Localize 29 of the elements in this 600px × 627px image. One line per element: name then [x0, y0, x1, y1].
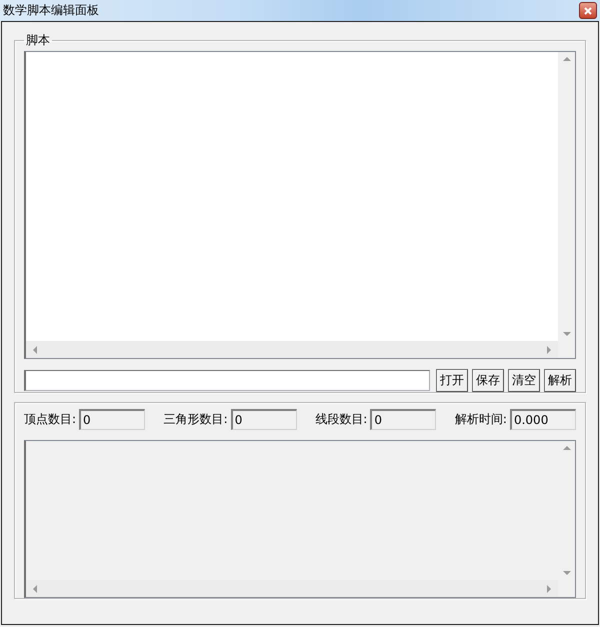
scroll-right-arrow-icon[interactable]: [546, 584, 552, 592]
scroll-up-arrow-icon[interactable]: [562, 445, 570, 451]
action-button[interactable]: 清空: [508, 369, 540, 392]
stat-value-field: 0.000: [510, 409, 576, 430]
window-title: 数学脚本编辑面板: [3, 2, 99, 19]
action-button[interactable]: 解析: [544, 369, 576, 392]
stat-value-field: 0: [79, 409, 146, 430]
scroll-right-arrow-icon[interactable]: [546, 346, 552, 354]
vertical-scrollbar[interactable]: [558, 52, 575, 341]
scroll-down-arrow-icon[interactable]: [562, 331, 570, 337]
close-icon: [584, 6, 592, 14]
stat-value-field: 0: [230, 409, 297, 430]
action-button[interactable]: 保存: [472, 369, 504, 392]
stat-label: 解析时间:: [454, 411, 507, 428]
close-button[interactable]: [579, 2, 597, 19]
scroll-down-arrow-icon[interactable]: [562, 570, 570, 576]
horizontal-scrollbar[interactable]: [26, 580, 558, 597]
scroll-up-arrow-icon[interactable]: [562, 56, 570, 62]
horizontal-scrollbar[interactable]: [26, 341, 558, 358]
scroll-left-arrow-icon[interactable]: [32, 584, 38, 592]
command-input-field[interactable]: [24, 370, 430, 391]
stat-label: 三角形数目:: [164, 411, 228, 428]
scrollbar-corner: [558, 341, 575, 358]
stat-value-field: 0: [370, 409, 436, 430]
stat-label: 线段数目:: [315, 411, 368, 428]
scroll-left-arrow-icon[interactable]: [32, 346, 38, 354]
group-title: 脚本: [25, 32, 51, 49]
action-button[interactable]: 打开: [436, 369, 468, 392]
stat-label: 顶点数目:: [24, 411, 76, 428]
